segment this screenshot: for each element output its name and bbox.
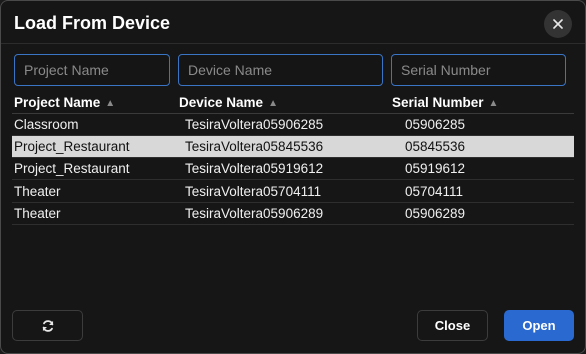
sort-ascending-icon: ▲ bbox=[488, 98, 499, 109]
serial-number-cell: 05906285 bbox=[405, 117, 466, 132]
serial-number-cell: 05704111 bbox=[405, 184, 464, 199]
project-name-cell: Theater bbox=[14, 206, 61, 221]
table-row[interactable]: Theater TesiraVoltera05906289 05906289 bbox=[12, 203, 574, 225]
device-name-cell: TesiraVoltera05906285 bbox=[185, 117, 324, 132]
table-row[interactable]: Project_Restaurant TesiraVoltera05845536… bbox=[12, 136, 574, 158]
column-header-serial-number[interactable]: Serial Number ▲ bbox=[392, 93, 498, 113]
refresh-icon bbox=[42, 319, 53, 332]
serial-number-filter-input[interactable] bbox=[391, 54, 566, 86]
sort-ascending-icon: ▲ bbox=[105, 98, 116, 109]
project-name-cell: Theater bbox=[14, 184, 61, 199]
project-name-cell: Project_Restaurant bbox=[14, 139, 130, 154]
close-button[interactable]: Close bbox=[417, 310, 488, 341]
project-name-cell: Classroom bbox=[14, 117, 79, 132]
column-header-label: Serial Number bbox=[392, 95, 484, 110]
device-name-cell: TesiraVoltera05704111 bbox=[185, 184, 322, 199]
refresh-button[interactable] bbox=[12, 310, 83, 341]
table-row[interactable]: Project_Restaurant TesiraVoltera05919612… bbox=[12, 158, 574, 180]
column-header-project-name[interactable]: Project Name ▲ bbox=[14, 93, 115, 113]
table-row[interactable]: Classroom TesiraVoltera05906285 05906285 bbox=[12, 114, 574, 136]
column-header-label: Device Name bbox=[179, 95, 264, 110]
table-row[interactable]: Theater TesiraVoltera05704111 05704111 bbox=[12, 181, 574, 203]
column-header-device-name[interactable]: Device Name ▲ bbox=[179, 93, 278, 113]
dialog-close-button[interactable] bbox=[544, 10, 572, 38]
serial-number-cell: 05919612 bbox=[405, 161, 466, 176]
load-from-device-dialog: Load From Device Project Name ▲ Device Na… bbox=[0, 0, 586, 354]
device-name-cell: TesiraVoltera05906289 bbox=[185, 206, 324, 221]
serial-number-cell: 05845536 bbox=[405, 139, 466, 154]
serial-number-cell: 05906289 bbox=[405, 206, 466, 221]
device-name-cell: TesiraVoltera05919612 bbox=[185, 161, 324, 176]
open-button[interactable]: Open bbox=[504, 310, 574, 341]
title-divider bbox=[1, 43, 585, 44]
close-icon bbox=[553, 19, 563, 29]
column-header-label: Project Name bbox=[14, 95, 101, 110]
device-name-cell: TesiraVoltera05845536 bbox=[185, 139, 324, 154]
project-name-cell: Project_Restaurant bbox=[14, 161, 130, 176]
project-name-filter-input[interactable] bbox=[14, 54, 170, 86]
dialog-title: Load From Device bbox=[14, 13, 171, 33]
sort-ascending-icon: ▲ bbox=[268, 98, 278, 109]
device-name-filter-input[interactable] bbox=[178, 54, 383, 86]
